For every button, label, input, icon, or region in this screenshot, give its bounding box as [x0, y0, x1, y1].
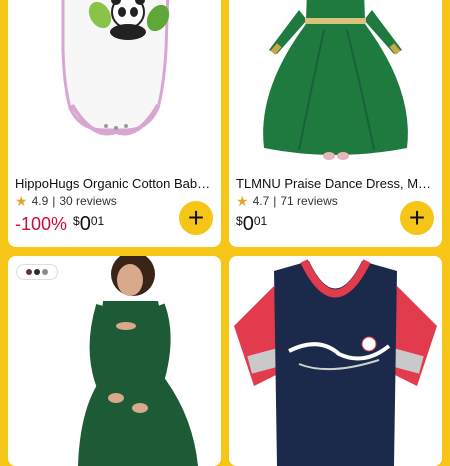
- product-image-tshirt[interactable]: [229, 256, 442, 466]
- rating-separator: |: [273, 194, 277, 208]
- price-symbol: $: [73, 214, 80, 228]
- price-symbol: $: [236, 214, 243, 228]
- price-whole: 0: [242, 213, 254, 235]
- price: $ 0 01: [73, 214, 104, 234]
- swatch-2: [34, 269, 40, 275]
- price-fraction: 01: [253, 214, 268, 228]
- product-image-dance-dress[interactable]: [229, 0, 442, 168]
- swatch-3: [42, 269, 48, 275]
- product-card-dance-dress[interactable]: TLMNU Praise Dance Dress, Metal… ★ 4.7 |…: [229, 0, 442, 247]
- price-row: $ 0 01: [236, 214, 267, 234]
- color-swatches[interactable]: [16, 264, 58, 280]
- price-row: -100% $ 0 01: [15, 214, 104, 234]
- price-fraction: 01: [90, 214, 105, 228]
- product-image-maternity-dress[interactable]: [8, 256, 221, 466]
- product-card-maternity-dress[interactable]: [8, 256, 221, 466]
- rating-separator: |: [52, 194, 56, 208]
- rating-value: 4.9: [31, 194, 49, 208]
- star-icon: ★: [236, 193, 249, 209]
- star-icon: ★: [15, 193, 28, 209]
- product-title[interactable]: TLMNU Praise Dance Dress, Metal…: [236, 176, 436, 191]
- product-image-onesie[interactable]: [8, 0, 221, 168]
- rating-row: ★ 4.9 | 30 reviews: [15, 194, 117, 208]
- plus-icon: +: [187, 202, 205, 233]
- discount-badge: -100%: [15, 214, 68, 234]
- review-count[interactable]: 71 reviews: [280, 194, 337, 208]
- product-card-onesie[interactable]: HippoHugs Organic Cotton Baby … ★ 4.9 | …: [8, 0, 221, 247]
- add-to-cart-button[interactable]: +: [179, 201, 213, 235]
- swatch-1: [26, 269, 32, 275]
- review-count[interactable]: 30 reviews: [59, 194, 116, 208]
- price-whole: 0: [79, 213, 91, 235]
- add-to-cart-button[interactable]: +: [400, 201, 434, 235]
- rating-row: ★ 4.7 | 71 reviews: [236, 194, 338, 208]
- product-title[interactable]: HippoHugs Organic Cotton Baby …: [15, 176, 215, 191]
- product-card-tshirt[interactable]: [229, 256, 442, 466]
- plus-icon: +: [408, 202, 426, 233]
- price: $ 0 01: [236, 214, 267, 234]
- rating-value: 4.7: [252, 194, 270, 208]
